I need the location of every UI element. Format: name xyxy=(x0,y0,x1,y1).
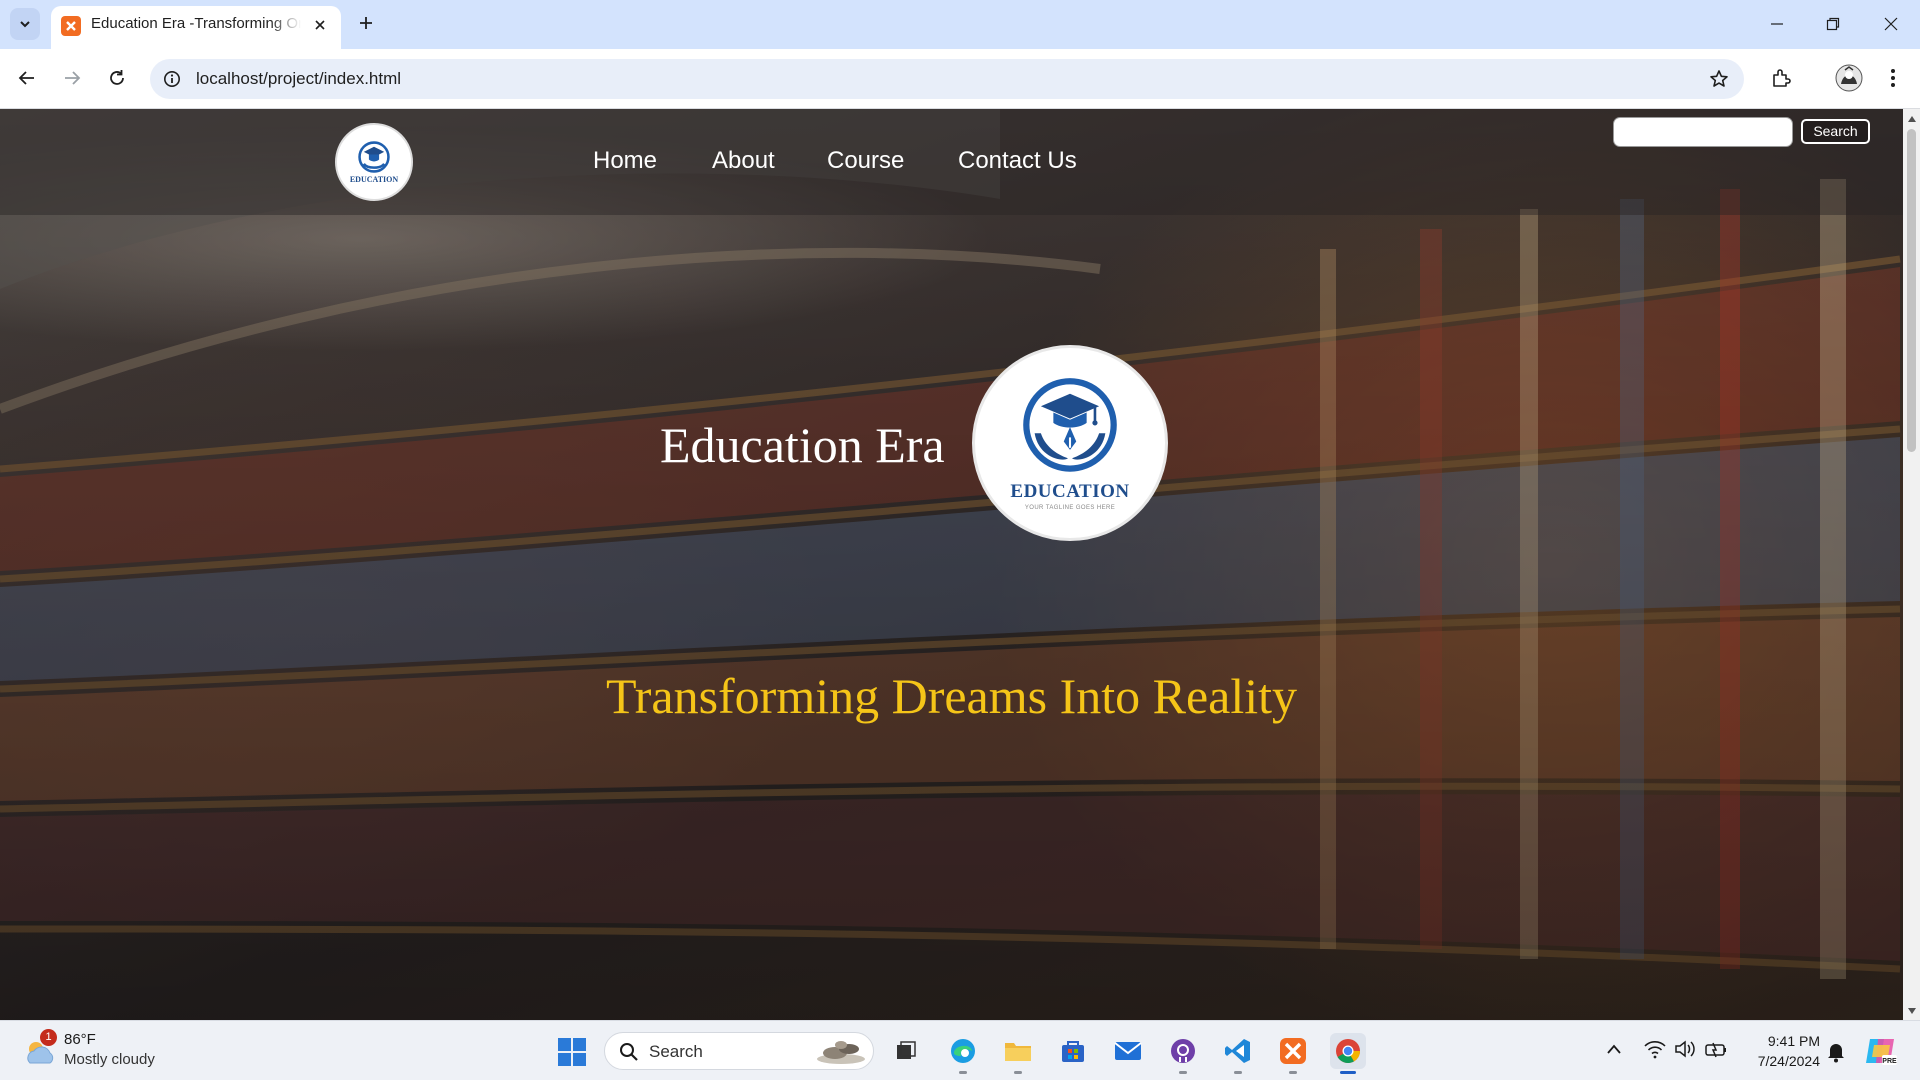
svg-text:PRE: PRE xyxy=(1882,1058,1897,1065)
clock-time: 9:41 PM xyxy=(1767,1033,1820,1049)
hero-logo: EDUCATION YOUR TAGLINE GOES HERE xyxy=(972,345,1168,541)
site-logo-text: EDUCATION xyxy=(349,175,399,184)
site-info-icon[interactable] xyxy=(162,69,182,89)
nav-about[interactable]: About xyxy=(712,147,775,175)
xampp-favicon-icon xyxy=(61,16,81,36)
vscode-icon[interactable] xyxy=(1220,1033,1256,1074)
store-icon[interactable] xyxy=(1055,1033,1091,1069)
github-running-dot xyxy=(1179,1071,1187,1074)
xampp-icon[interactable] xyxy=(1275,1033,1311,1074)
folder-icon[interactable] xyxy=(1000,1033,1036,1074)
back-icon[interactable] xyxy=(12,63,42,93)
taskbar-search-label: Search xyxy=(649,1042,703,1061)
profile-avatar[interactable] xyxy=(1834,63,1864,93)
browser-toolbar: localhost/project/index.html xyxy=(0,49,1920,109)
wifi-icon[interactable] xyxy=(1644,1039,1666,1059)
battery-icon[interactable] xyxy=(1704,1039,1728,1059)
page-viewport: EDUCATION Home About Course Contact Us S… xyxy=(0,109,1903,1020)
weather-description: Mostly cloudy xyxy=(64,1051,155,1068)
github-icon[interactable] xyxy=(1165,1033,1201,1074)
forward-icon[interactable] xyxy=(57,63,87,93)
url-text: localhost/project/index.html xyxy=(196,69,402,88)
clock-date: 7/24/2024 xyxy=(1757,1053,1820,1069)
xampp-running-dot xyxy=(1289,1071,1297,1074)
extensions-icon[interactable] xyxy=(1766,63,1796,93)
nav-contact-us[interactable]: Contact Us xyxy=(958,147,1077,175)
weather-widget[interactable]: 1 86°F Mostly cloudy xyxy=(20,1029,200,1073)
hero-title: Education Era xyxy=(660,417,945,473)
task-view-icon[interactable] xyxy=(888,1033,924,1069)
taskbar-search[interactable]: Search xyxy=(604,1032,874,1070)
close-window-icon[interactable] xyxy=(1873,10,1909,38)
scroll-thumb[interactable] xyxy=(1907,129,1916,452)
chevron-down-icon xyxy=(20,21,30,28)
tab-title: Education Era -Transforming Or xyxy=(91,15,301,32)
nav-home[interactable]: Home xyxy=(593,147,657,175)
browser-tab[interactable]: Education Era -Transforming Or xyxy=(51,6,341,49)
notification-bell-icon[interactable] xyxy=(1826,1041,1846,1063)
volume-icon[interactable] xyxy=(1674,1039,1696,1059)
address-bar[interactable]: localhost/project/index.html xyxy=(150,59,1744,99)
graduation-cap-icon xyxy=(358,141,390,173)
vscode-running-dot xyxy=(1234,1071,1242,1074)
copilot-icon[interactable]: PRE xyxy=(1864,1035,1898,1067)
scroll-up-icon[interactable] xyxy=(1907,114,1916,123)
more-menu-icon[interactable] xyxy=(1878,63,1908,93)
minimize-icon[interactable] xyxy=(1759,10,1795,38)
tab-close-icon[interactable] xyxy=(309,14,331,36)
nav-course[interactable]: Course xyxy=(827,147,904,175)
search-icon xyxy=(620,1043,638,1061)
education-logo-icon xyxy=(1023,378,1117,472)
windows-taskbar: 1 86°F Mostly cloudy Search 9:41 PM 7/24… xyxy=(0,1020,1920,1080)
taskbar-clock[interactable]: 9:41 PM 7/24/2024 xyxy=(1736,1031,1820,1071)
mail-icon[interactable] xyxy=(1110,1033,1146,1069)
edge-running-dot xyxy=(959,1071,967,1074)
site-search-button[interactable]: Search xyxy=(1801,119,1870,144)
search-highlight-icon xyxy=(817,1041,865,1064)
weather-alert-badge: 1 xyxy=(40,1029,57,1046)
folder-running-dot xyxy=(1014,1071,1022,1074)
browser-tab-bar: Education Era -Transforming Or xyxy=(0,0,1920,49)
hero-logo-tagline: YOUR TAGLINE GOES HERE xyxy=(1024,505,1116,511)
site-logo[interactable]: EDUCATION xyxy=(335,123,413,201)
chevron-up-icon[interactable] xyxy=(1606,1043,1622,1055)
hero-logo-text: EDUCATION xyxy=(1010,481,1130,502)
hero-tagline-wrap: Transforming Dreams Into Reality xyxy=(0,667,1903,725)
tab-search-button[interactable] xyxy=(10,8,40,40)
site-navbar: EDUCATION Home About Course Contact Us S… xyxy=(0,109,1903,215)
new-tab-icon[interactable] xyxy=(354,11,378,35)
restore-icon[interactable] xyxy=(1815,10,1851,38)
page-scrollbar[interactable] xyxy=(1903,109,1920,1020)
weather-temperature: 86°F xyxy=(64,1031,96,1048)
site-search-input[interactable] xyxy=(1613,117,1793,147)
chrome-active-indicator xyxy=(1340,1071,1356,1074)
chrome-icon[interactable] xyxy=(1330,1033,1366,1074)
scroll-down-icon[interactable] xyxy=(1907,1006,1916,1015)
edge-icon[interactable] xyxy=(945,1033,981,1074)
library-background-image xyxy=(0,109,1903,1020)
reload-icon[interactable] xyxy=(102,63,132,93)
windows-start-icon[interactable] xyxy=(557,1037,587,1067)
bookmark-star-icon[interactable] xyxy=(1708,68,1730,90)
hero-tagline: Transforming Dreams Into Reality xyxy=(605,668,1298,724)
